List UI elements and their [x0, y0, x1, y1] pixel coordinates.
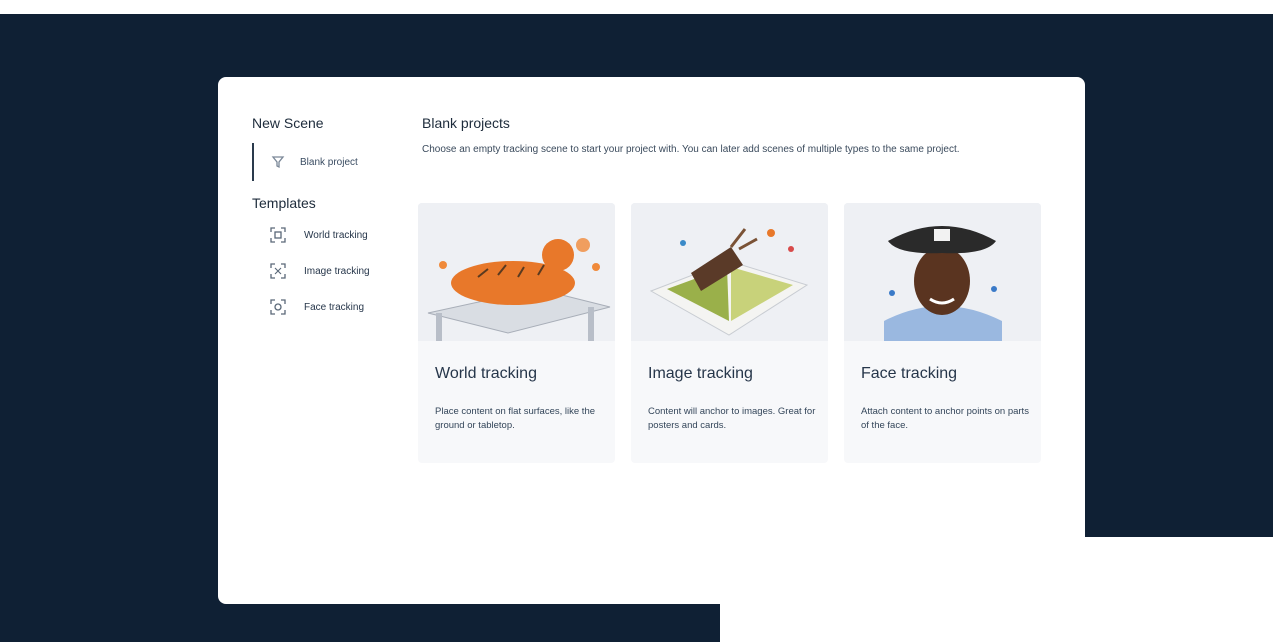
world-tracking-icon	[270, 227, 286, 243]
blank-projects-description: Choose an empty tracking scene to start …	[422, 144, 960, 155]
face-tracking-card-title: Face tracking	[861, 365, 958, 382]
main-panel: Blank projects Choose an empty tracking …	[418, 115, 1042, 463]
image-tracking-card-title: Image tracking	[648, 365, 753, 382]
face-tracking-icon	[270, 299, 286, 315]
bottom-right-blank-area	[720, 537, 1273, 642]
world-tracking-illustration	[418, 203, 615, 341]
card-world-tracking[interactable]: World tracking Place content on flat sur…	[418, 203, 615, 463]
face-tracking-card-description: Attach content to anchor points on parts…	[861, 406, 1029, 431]
blank-projects-title: Blank projects	[422, 115, 510, 131]
world-tracking-card-title: World tracking	[435, 365, 537, 382]
blank-project-icon	[270, 154, 286, 170]
world-tracking-label: World tracking	[304, 229, 368, 241]
top-strip	[0, 0, 1273, 14]
image-tracking-label: Image tracking	[304, 265, 370, 277]
new-scene-dialog: New Scene Blank project Templates World …	[218, 77, 1085, 604]
card-image-tracking[interactable]: Image tracking Content will anchor to im…	[631, 203, 828, 463]
sidebar-item-world-tracking[interactable]: World tracking	[270, 223, 392, 247]
face-tracking-label: Face tracking	[304, 301, 365, 313]
card-face-tracking[interactable]: Face tracking Attach content to anchor p…	[844, 203, 1041, 463]
image-tracking-illustration	[631, 203, 828, 341]
face-tracking-illustration	[844, 203, 1041, 341]
sidebar-item-image-tracking[interactable]: Image tracking	[270, 259, 392, 283]
world-tracking-card-description: Place content on flat surfaces, like the…	[435, 406, 596, 431]
new-scene-title: New Scene	[252, 115, 324, 131]
sidebar: New Scene Blank project Templates World …	[252, 115, 392, 331]
blank-project-label: Blank project	[300, 156, 358, 168]
sidebar-item-face-tracking[interactable]: Face tracking	[270, 295, 392, 319]
sidebar-item-blank-project[interactable]: Blank project	[252, 143, 392, 181]
project-cards: World tracking Place content on flat sur…	[418, 203, 1048, 463]
image-tracking-icon	[270, 263, 286, 279]
image-tracking-card-description: Content will anchor to images. Great for…	[648, 406, 816, 431]
templates-title: Templates	[252, 195, 316, 211]
templates-list: World tracking Image tracking Face track…	[252, 223, 392, 319]
